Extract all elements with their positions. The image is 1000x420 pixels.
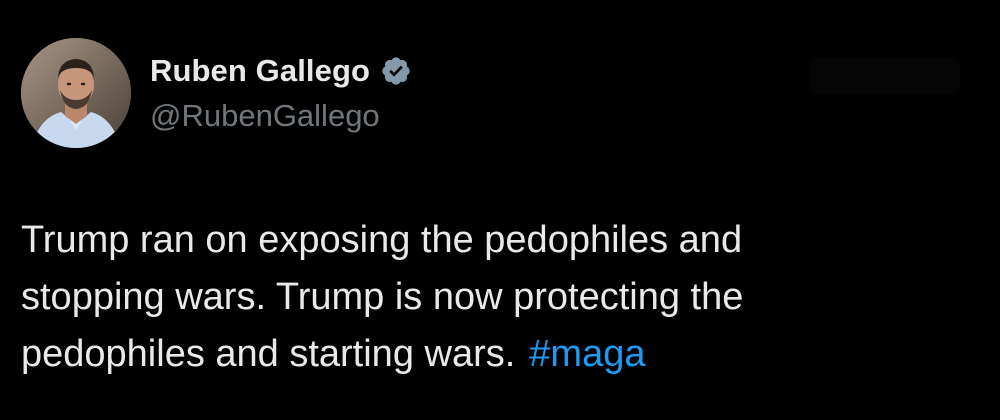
avatar[interactable]: [21, 38, 131, 148]
tweet-text-line-content: pedophiles and starting wars.: [21, 333, 516, 375]
background-mark: [810, 58, 960, 94]
author-display-name[interactable]: Ruben Gallego: [150, 53, 370, 89]
tweet-card: Ruben Gallego @RubenGallego Trump ran on…: [0, 0, 1000, 420]
tweet-text-line: stopping wars. Trump is now protecting t…: [21, 276, 744, 318]
tweet-text-line: pedophiles and starting wars. #maga: [21, 326, 981, 383]
tweet-text: Trump ran on exposing the pedophiles and…: [21, 212, 981, 383]
author-handle[interactable]: @RubenGallego: [150, 98, 380, 134]
verified-badge-icon: [380, 55, 412, 87]
tweet-text-line: Trump ran on exposing the pedophiles and: [21, 219, 743, 261]
avatar-photo-icon: [21, 38, 131, 148]
hashtag-link[interactable]: #maga: [529, 333, 645, 375]
author-name-row: Ruben Gallego: [150, 50, 412, 92]
